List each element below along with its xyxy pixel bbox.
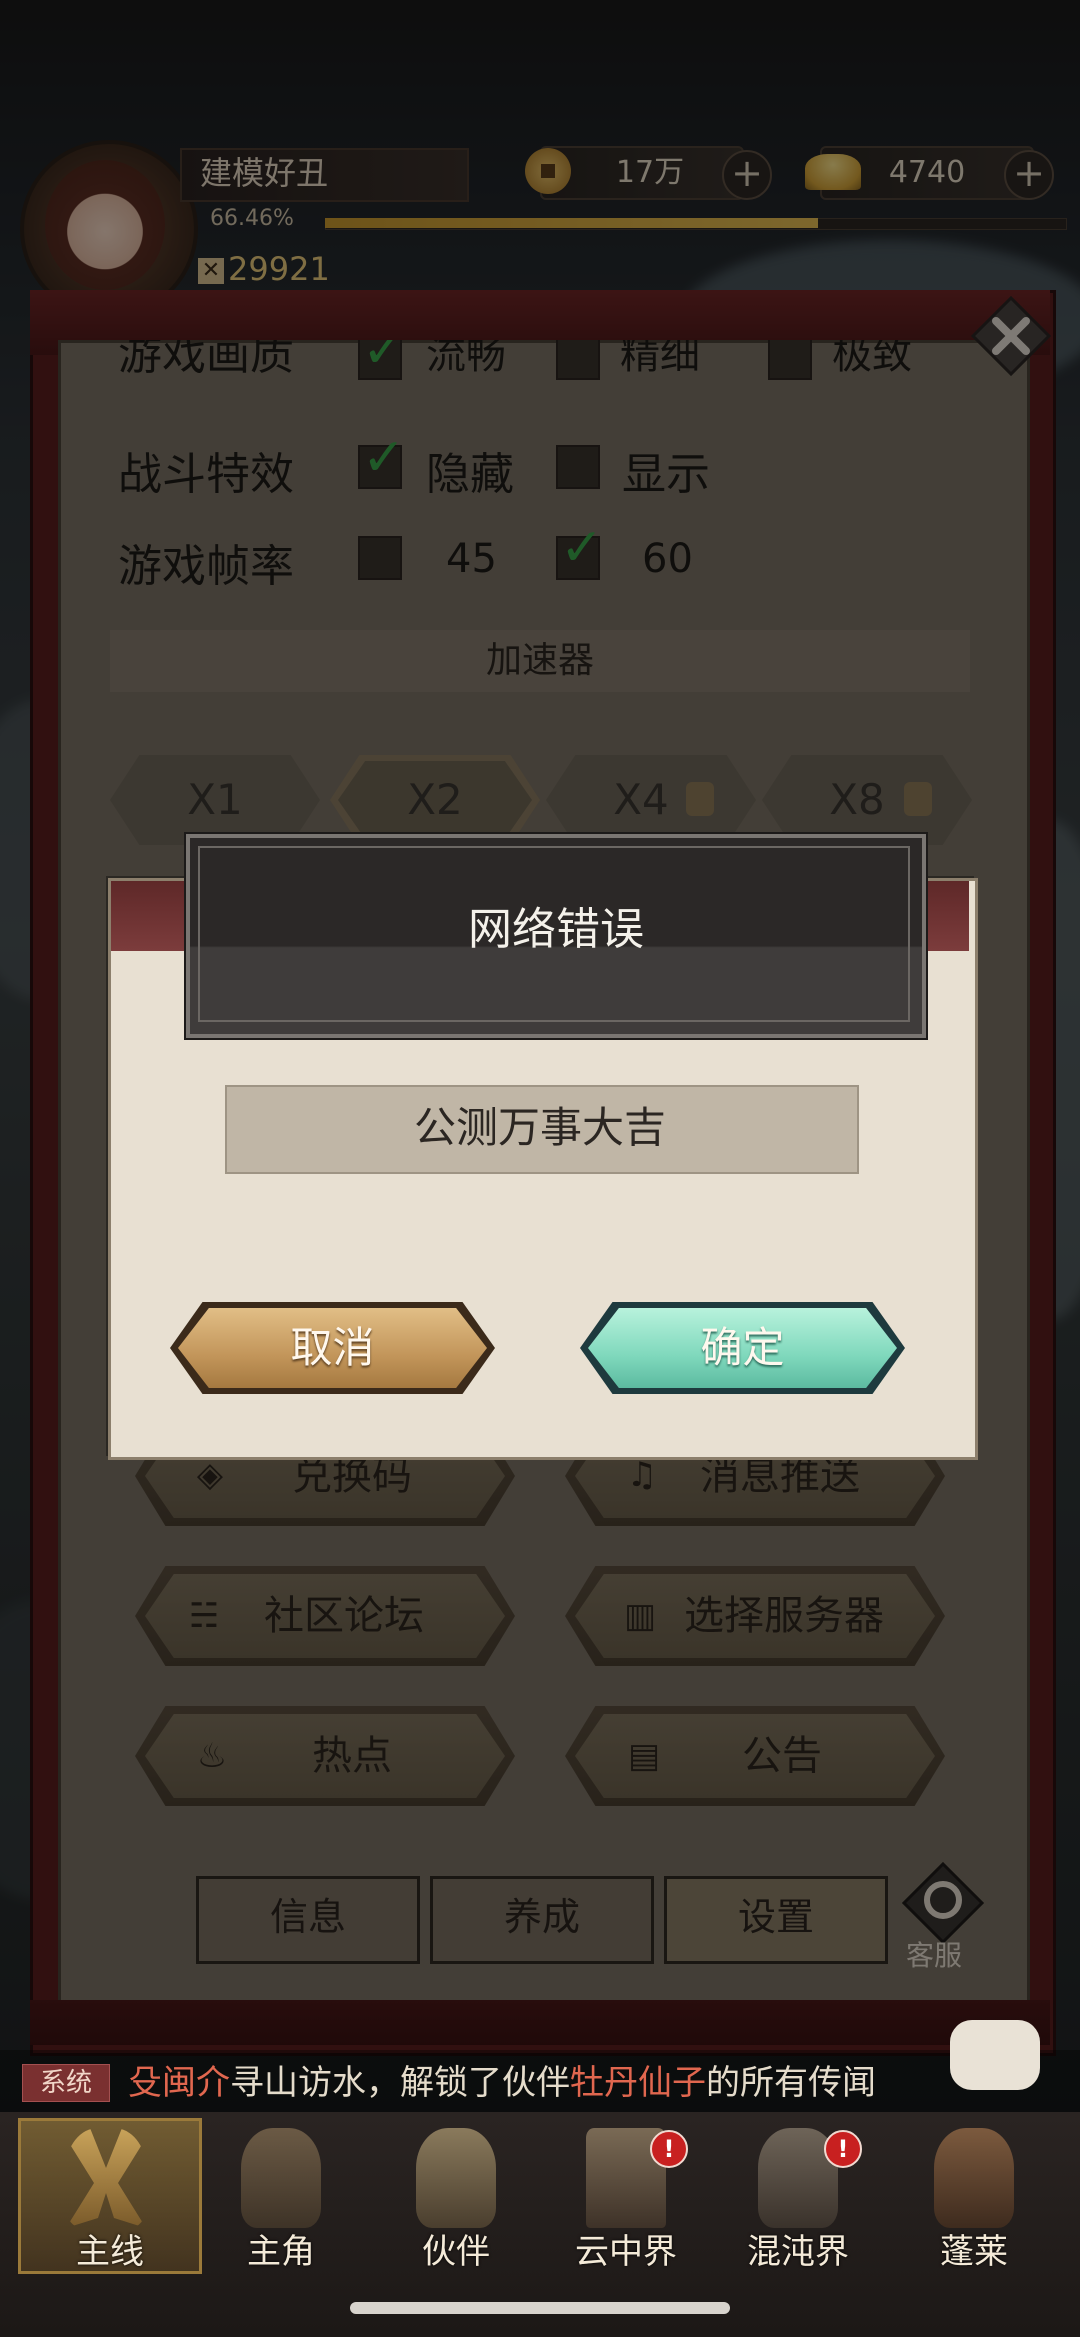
nav-main-story-label: 主线 [76, 2232, 144, 2272]
nav-cloud-realm-label: 云中界 [575, 2232, 677, 2272]
system-tag: 系统 [22, 2064, 110, 2102]
nav-chaos-realm-label: 混沌界 [747, 2232, 849, 2272]
protagonist-icon [241, 2128, 321, 2228]
message-player-name: 殳闽介 [128, 2063, 230, 2103]
elder-icon [934, 2128, 1014, 2228]
message-partner-name: 牡丹仙子 [570, 2063, 706, 2103]
alert-badge-icon: ! [824, 2130, 862, 2168]
confirm-button-label: 确定 [700, 1323, 785, 1372]
chat-icon[interactable] [950, 2020, 1040, 2090]
home-indicator[interactable] [350, 2302, 730, 2314]
nav-partners-label: 伙伴 [422, 2232, 490, 2272]
message-text-2: 的所有传闻 [706, 2063, 876, 2103]
alert-badge-icon: ! [650, 2130, 688, 2168]
dialog-message: 公测万事大吉 [413, 1103, 666, 1152]
cancel-button-label: 取消 [290, 1323, 375, 1372]
crossed-swords-icon [66, 2128, 146, 2228]
nav-protagonist-label: 主角 [247, 2232, 315, 2272]
system-message: 殳闽介寻山访水，解锁了伙伴牡丹仙子的所有传闻 [128, 2058, 876, 2108]
nav-penglai-label: 蓬莱 [940, 2232, 1008, 2272]
partner-helmet-icon [416, 2128, 496, 2228]
message-text-1: 寻山访水，解锁了伙伴 [230, 2063, 570, 2103]
dialog-title: 网络错误 [468, 904, 644, 955]
